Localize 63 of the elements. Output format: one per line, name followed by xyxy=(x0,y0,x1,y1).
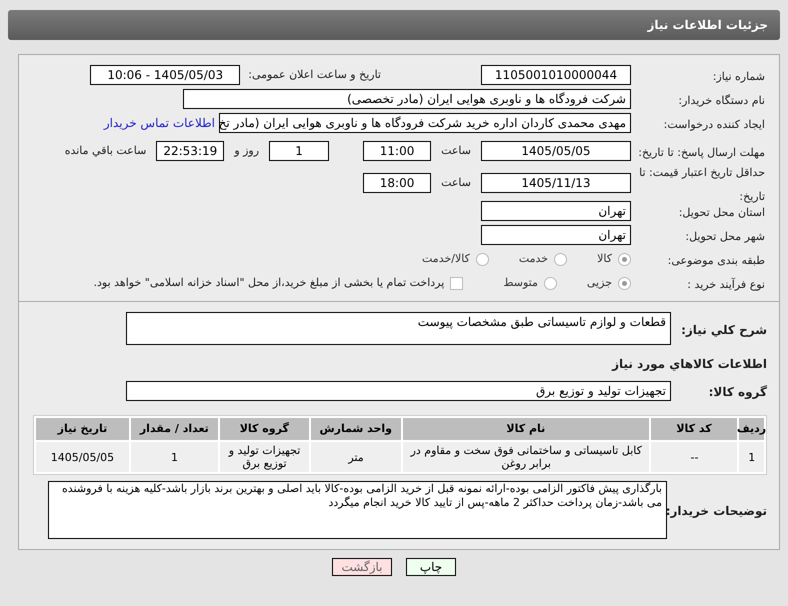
requester-field[interactable]: مهدی محمدی کاردان اداره خرید شرکت فرودگاه ها و ناوبری هوایی ایران (مادر تخ xyxy=(219,113,631,133)
table-cell: کابل تاسیساتی و ساختمانی فوق سخت و مقاوم در برابر روغن xyxy=(403,442,650,472)
field-label: نوع فرآیند خرید : xyxy=(687,278,765,291)
field-label: ساعت xyxy=(441,174,471,191)
buyer-notes-field[interactable]: بارگذاری پیش فاکتور الزامی بوده-ارائه نمونه قبل از خرید الزامی بوده-کالا باید اصلی و بهترین برند بازار باشد-کلیه هزینه با فروشنده می باشد-زمان پرداخت حداکثر 2 ماهه-پس از تایید کالا خرید انجام میگردد xyxy=(48,481,667,539)
field-label: حداقل تاریخ اعتبار قیمت: تا تاریخ: xyxy=(639,166,765,203)
field-label: کالا/خدمت xyxy=(422,250,470,267)
column-header: کد کالا xyxy=(650,418,737,440)
days-field[interactable]: 1 xyxy=(269,141,330,161)
field-label: کالا xyxy=(597,250,612,267)
table-cell: تجهیزات تولید و توزیع برق xyxy=(220,442,310,472)
field-label: توضیحات خریدار: xyxy=(666,504,767,518)
field-label: ساعت باقي مانده xyxy=(64,142,146,159)
table-cell: 1405/05/05 xyxy=(36,442,129,472)
field-label: خدمت xyxy=(518,250,548,267)
print-button[interactable]: چاپ xyxy=(406,558,456,576)
province-field[interactable]: تهران xyxy=(481,201,631,221)
radio-button[interactable] xyxy=(476,252,489,266)
field-label: شماره نیاز: xyxy=(712,70,765,83)
field-label: روز و xyxy=(234,142,260,159)
field-label: مهلت ارسال پاسخ: تا تاریخ: xyxy=(638,146,765,159)
contact-link[interactable]: اطلاعات تماس خریدار xyxy=(104,114,215,132)
deadline-date-field[interactable]: 1405/05/05 xyxy=(481,141,631,161)
page-title: جزئیات اطلاعات نیاز xyxy=(647,17,768,34)
validity-time-field[interactable]: 18:00 xyxy=(363,173,432,193)
table-cell: متر xyxy=(311,442,402,472)
table-cell: 1 xyxy=(130,442,218,472)
field-label: اطلاعات کالاهاي مورد نياز xyxy=(612,357,767,371)
field-label: پرداخت تمام یا بخشی از مبلغ خرید،از محل "اسناد خزانه اسلامی" خواهد بود. xyxy=(94,274,444,291)
validity-date-field[interactable]: 1405/11/13 xyxy=(481,173,631,193)
need-number-field[interactable]: 1105001010000044 xyxy=(481,65,631,85)
table-cell: 1 xyxy=(739,442,764,472)
table-cell: -- xyxy=(651,442,738,472)
field-label: طبقه بندی موضوعی: xyxy=(668,254,765,267)
buyer-field[interactable]: شرکت فرودگاه ها و ناوبری هوایی ایران (مادر تخصصی) xyxy=(183,89,631,109)
goods-group-field[interactable]: تجهیزات تولید و توزیع برق xyxy=(126,381,671,401)
field-label: گروه کالا: xyxy=(708,385,767,399)
announce-date-field[interactable]: 1405/05/03 - 10:06 xyxy=(90,65,240,85)
radio-button[interactable] xyxy=(618,252,631,266)
deadline-time-field[interactable]: 11:00 xyxy=(363,141,432,161)
column-header: ردیف xyxy=(739,418,764,440)
field-label: شرح کلي نياز: xyxy=(681,322,767,336)
field-label: تاریخ و ساعت اعلان عمومی: xyxy=(248,66,381,83)
remaining-time-field[interactable]: 22:53:19 xyxy=(156,141,224,161)
field-label: ساعت xyxy=(441,142,471,159)
field-label: متوسط xyxy=(503,274,538,291)
radio-button[interactable] xyxy=(618,276,631,290)
back-button[interactable]: بازگشت xyxy=(332,558,392,576)
column-header: تاریخ نیاز xyxy=(36,418,129,440)
column-header: تعداد / مقدار xyxy=(130,418,218,440)
field-label: جزیی xyxy=(586,274,612,291)
column-header: نام کالا xyxy=(402,418,649,440)
field-label: ایجاد کننده درخواست: xyxy=(664,118,765,131)
city-field[interactable]: تهران xyxy=(481,225,631,245)
column-header: واحد شمارش xyxy=(310,418,401,440)
field-label: استان محل تحویل: xyxy=(678,206,765,219)
checkbox[interactable] xyxy=(450,276,464,290)
field-label: شهر محل تحویل: xyxy=(685,230,765,243)
radio-button[interactable] xyxy=(544,276,557,290)
radio-button[interactable] xyxy=(554,252,568,266)
column-header: گروه کالا xyxy=(220,418,309,440)
description-field[interactable]: قطعات و لوازم تاسیساتی طبق مشخصات پیوست xyxy=(126,312,671,345)
field-label: نام دستگاه خریدار: xyxy=(678,94,765,107)
